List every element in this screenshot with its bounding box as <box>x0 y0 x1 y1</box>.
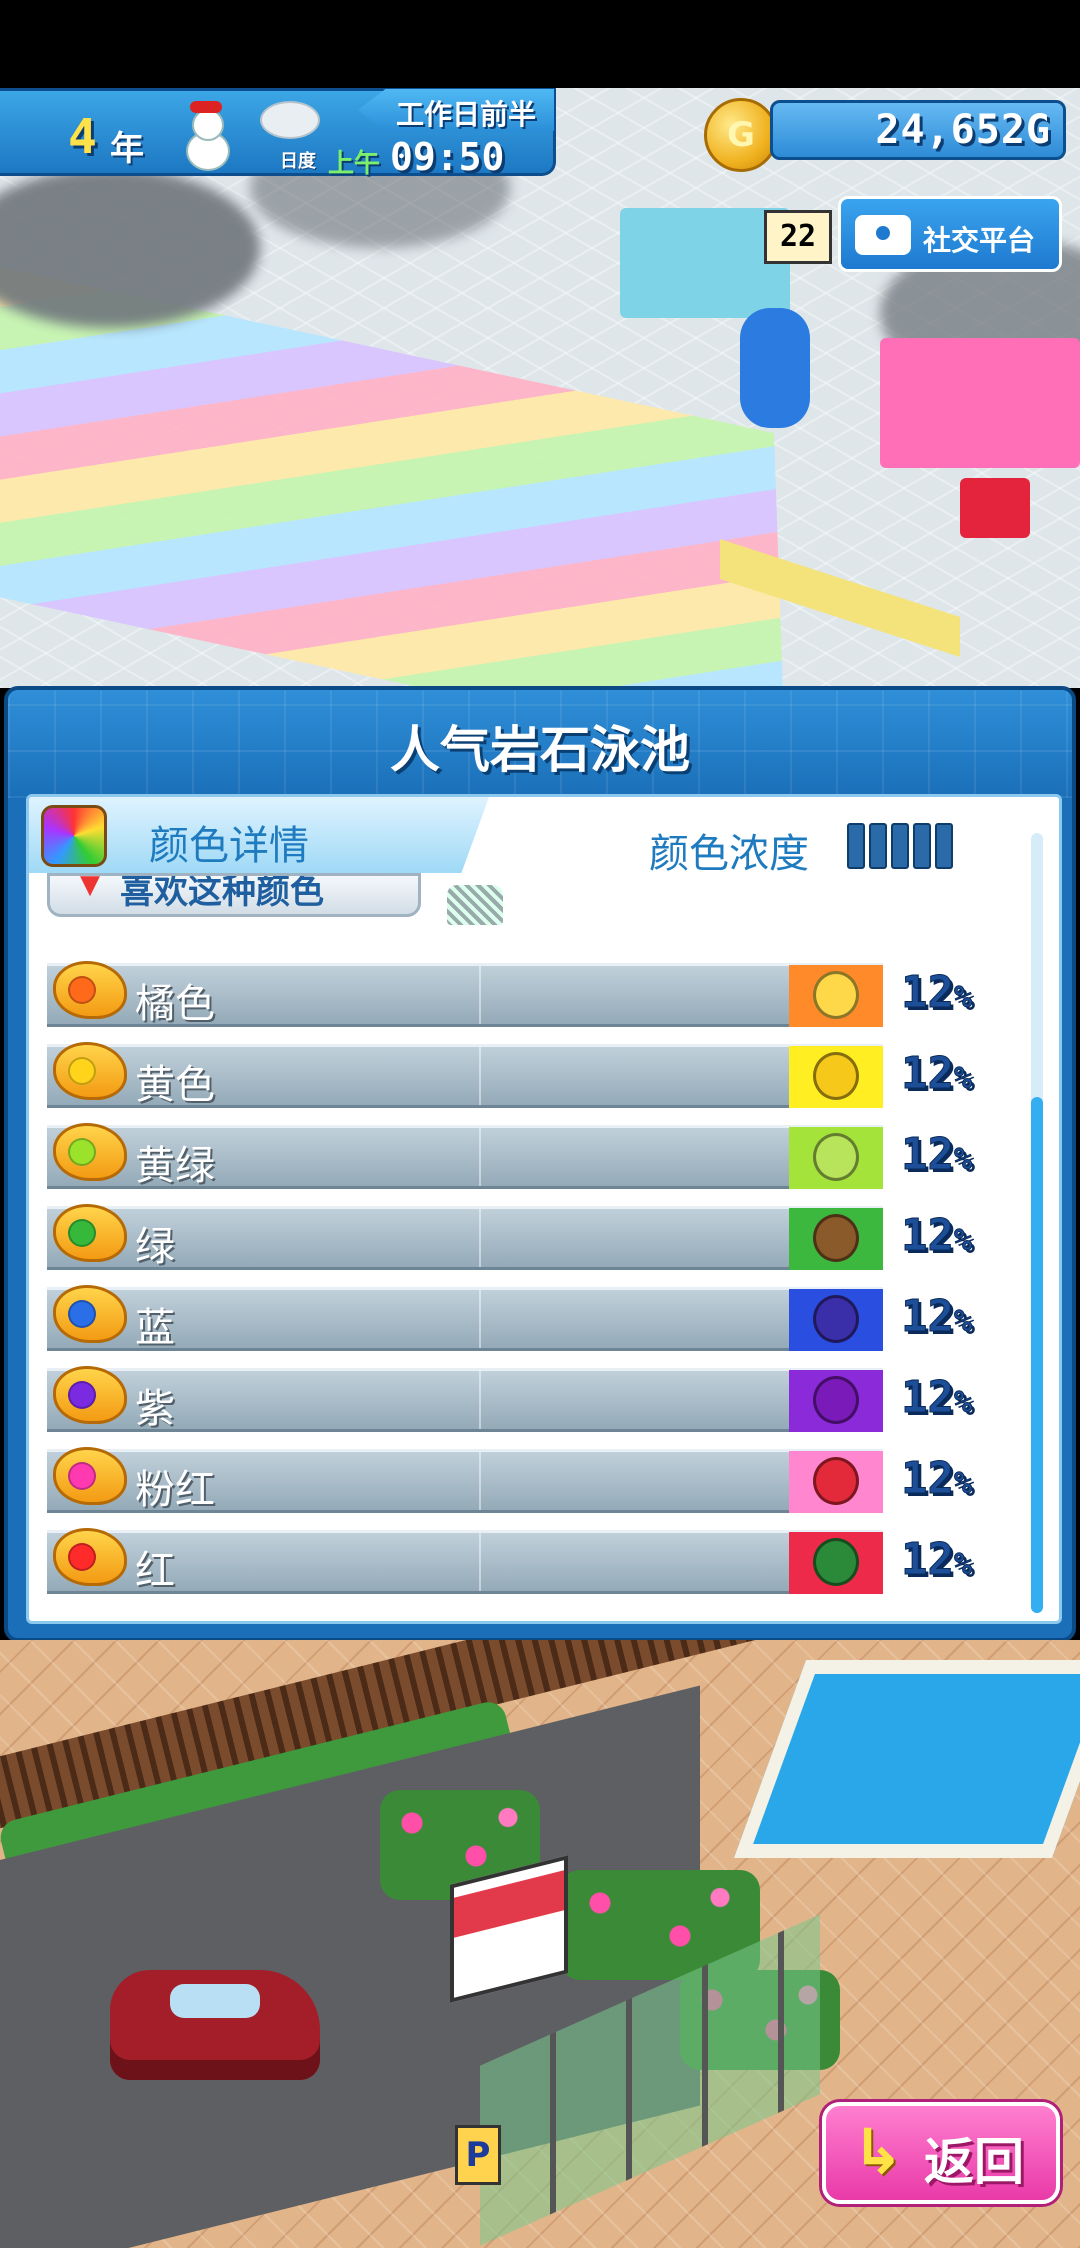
color-percent: 12% <box>901 1048 973 1100</box>
dolphin-float <box>740 308 810 428</box>
color-detail-tab: 颜色详情 <box>29 797 489 873</box>
density-segment <box>913 823 931 869</box>
year-label: 年 <box>110 129 144 169</box>
orange-fruit-icon <box>813 971 859 1019</box>
game-world-top[interactable] <box>0 88 1080 688</box>
color-swatch <box>789 1046 883 1108</box>
color-density-meter <box>847 823 953 869</box>
social-count-badge: 22 <box>764 210 832 264</box>
color-name: 黄绿 <box>135 1143 215 1189</box>
dialog-title: 人气岩石泳池 <box>390 721 690 779</box>
like-this-color-button[interactable]: ▼ 喜欢这种颜色 <box>47 873 421 917</box>
color-percent: 12% <box>901 1453 973 1505</box>
color-row[interactable]: 黄绿 12% <box>47 1119 1027 1199</box>
money-amount: 24,652G <box>875 107 1051 153</box>
color-dot <box>68 1057 96 1085</box>
color-swatch <box>789 1208 883 1270</box>
color-percent: 12% <box>901 1534 973 1586</box>
color-dot <box>68 1543 96 1571</box>
status-bar <box>0 0 1080 88</box>
color-swatch <box>789 1370 883 1432</box>
facility-detail-dialog: 人气岩石泳池 颜色详情 颜色浓度 ▼ 喜欢这种颜色 橘色 12% 黄色 12% <box>4 686 1076 1642</box>
color-dot <box>68 1219 96 1247</box>
clock-time: 09:50 <box>390 135 505 179</box>
color-percent: 12% <box>901 1372 973 1424</box>
pear-fruit-icon <box>813 1133 859 1181</box>
color-row[interactable]: 紫 12% <box>47 1362 1027 1442</box>
color-dot <box>68 976 96 1004</box>
palette-icon <box>41 805 107 867</box>
color-name: 蓝 <box>135 1305 175 1351</box>
color-percent: 12% <box>901 1210 973 1262</box>
money-display: 24,652G <box>770 100 1066 160</box>
color-name: 绿 <box>135 1224 175 1270</box>
color-detail-label: 颜色详情 <box>149 823 309 869</box>
color-percent: 12% <box>901 967 973 1019</box>
banana-fruit-icon <box>813 1052 859 1100</box>
color-name: 黄色 <box>135 1062 215 1108</box>
color-swatch <box>789 965 883 1027</box>
dialog-header: 人气岩石泳池 <box>8 690 1072 798</box>
color-name: 粉红 <box>135 1467 215 1513</box>
density-segment <box>935 823 953 869</box>
triangle-down-icon: ▼ <box>80 873 100 900</box>
color-density-label: 颜色浓度 <box>649 831 809 877</box>
back-label: 返回 <box>924 2133 1024 2191</box>
back-button[interactable]: ↳ 返回 <box>822 2102 1060 2204</box>
snowman-season-icon <box>172 101 242 171</box>
cloud-weather-icon <box>260 101 320 139</box>
like-this-color-label: 喜欢这种颜色 <box>120 873 324 912</box>
mascot-icon <box>447 885 503 925</box>
kiwi-fruit-icon <box>813 1214 859 1262</box>
shop-stall[interactable] <box>880 338 1080 468</box>
color-swatch <box>789 1289 883 1351</box>
color-name: 紫 <box>135 1386 175 1432</box>
period-label: 工作日前半 <box>396 98 537 131</box>
color-dot <box>68 1381 96 1409</box>
color-row[interactable]: 蓝 12% <box>47 1281 1027 1361</box>
coin-icon: G <box>704 98 778 172</box>
car[interactable] <box>110 1970 320 2080</box>
camera-icon <box>855 215 911 255</box>
social-platform-label: 社交平台 <box>923 224 1036 257</box>
color-dot <box>68 1462 96 1490</box>
color-dot <box>68 1138 96 1166</box>
am-pm-label: 上午 <box>328 149 381 179</box>
watermelon-fruit-icon <box>813 1538 859 1586</box>
color-swatch <box>789 1532 883 1594</box>
color-name: 橘色 <box>135 981 215 1027</box>
color-row[interactable]: 橘色 12% <box>47 957 1027 1037</box>
density-segment <box>891 823 909 869</box>
scrollbar-thumb[interactable] <box>1031 1097 1043 1613</box>
color-swatch <box>789 1127 883 1189</box>
color-row[interactable]: 粉红 12% <box>47 1443 1027 1523</box>
day-label: 日度 <box>280 151 316 172</box>
color-swatch <box>789 1451 883 1513</box>
social-platform-button[interactable]: 社交平台 <box>838 196 1062 272</box>
blueberry-fruit-icon <box>813 1295 859 1343</box>
color-percent: 12% <box>901 1129 973 1181</box>
color-percent: 12% <box>901 1291 973 1343</box>
density-segment <box>847 823 865 869</box>
color-detail-panel: 颜色详情 颜色浓度 ▼ 喜欢这种颜色 橘色 12% 黄色 12% 黄绿 12% <box>26 794 1062 1624</box>
year-number: 4 <box>68 109 97 165</box>
color-name: 红 <box>135 1548 175 1594</box>
color-row[interactable]: 红 12% <box>47 1524 1027 1604</box>
sign-board <box>960 478 1030 538</box>
color-row[interactable]: 绿 12% <box>47 1200 1027 1280</box>
date-time-panel: 4 年 日度 上午 09:50 工作日前半 <box>0 88 556 179</box>
density-segment <box>869 823 887 869</box>
grape-fruit-icon <box>813 1376 859 1424</box>
color-row[interactable]: 黄色 12% <box>47 1038 1027 1118</box>
color-dot <box>68 1300 96 1328</box>
strawberry-fruit-icon <box>813 1457 859 1505</box>
return-arrow-icon: ↳ <box>852 2115 904 2188</box>
parking-p-icon: P <box>455 2125 501 2185</box>
